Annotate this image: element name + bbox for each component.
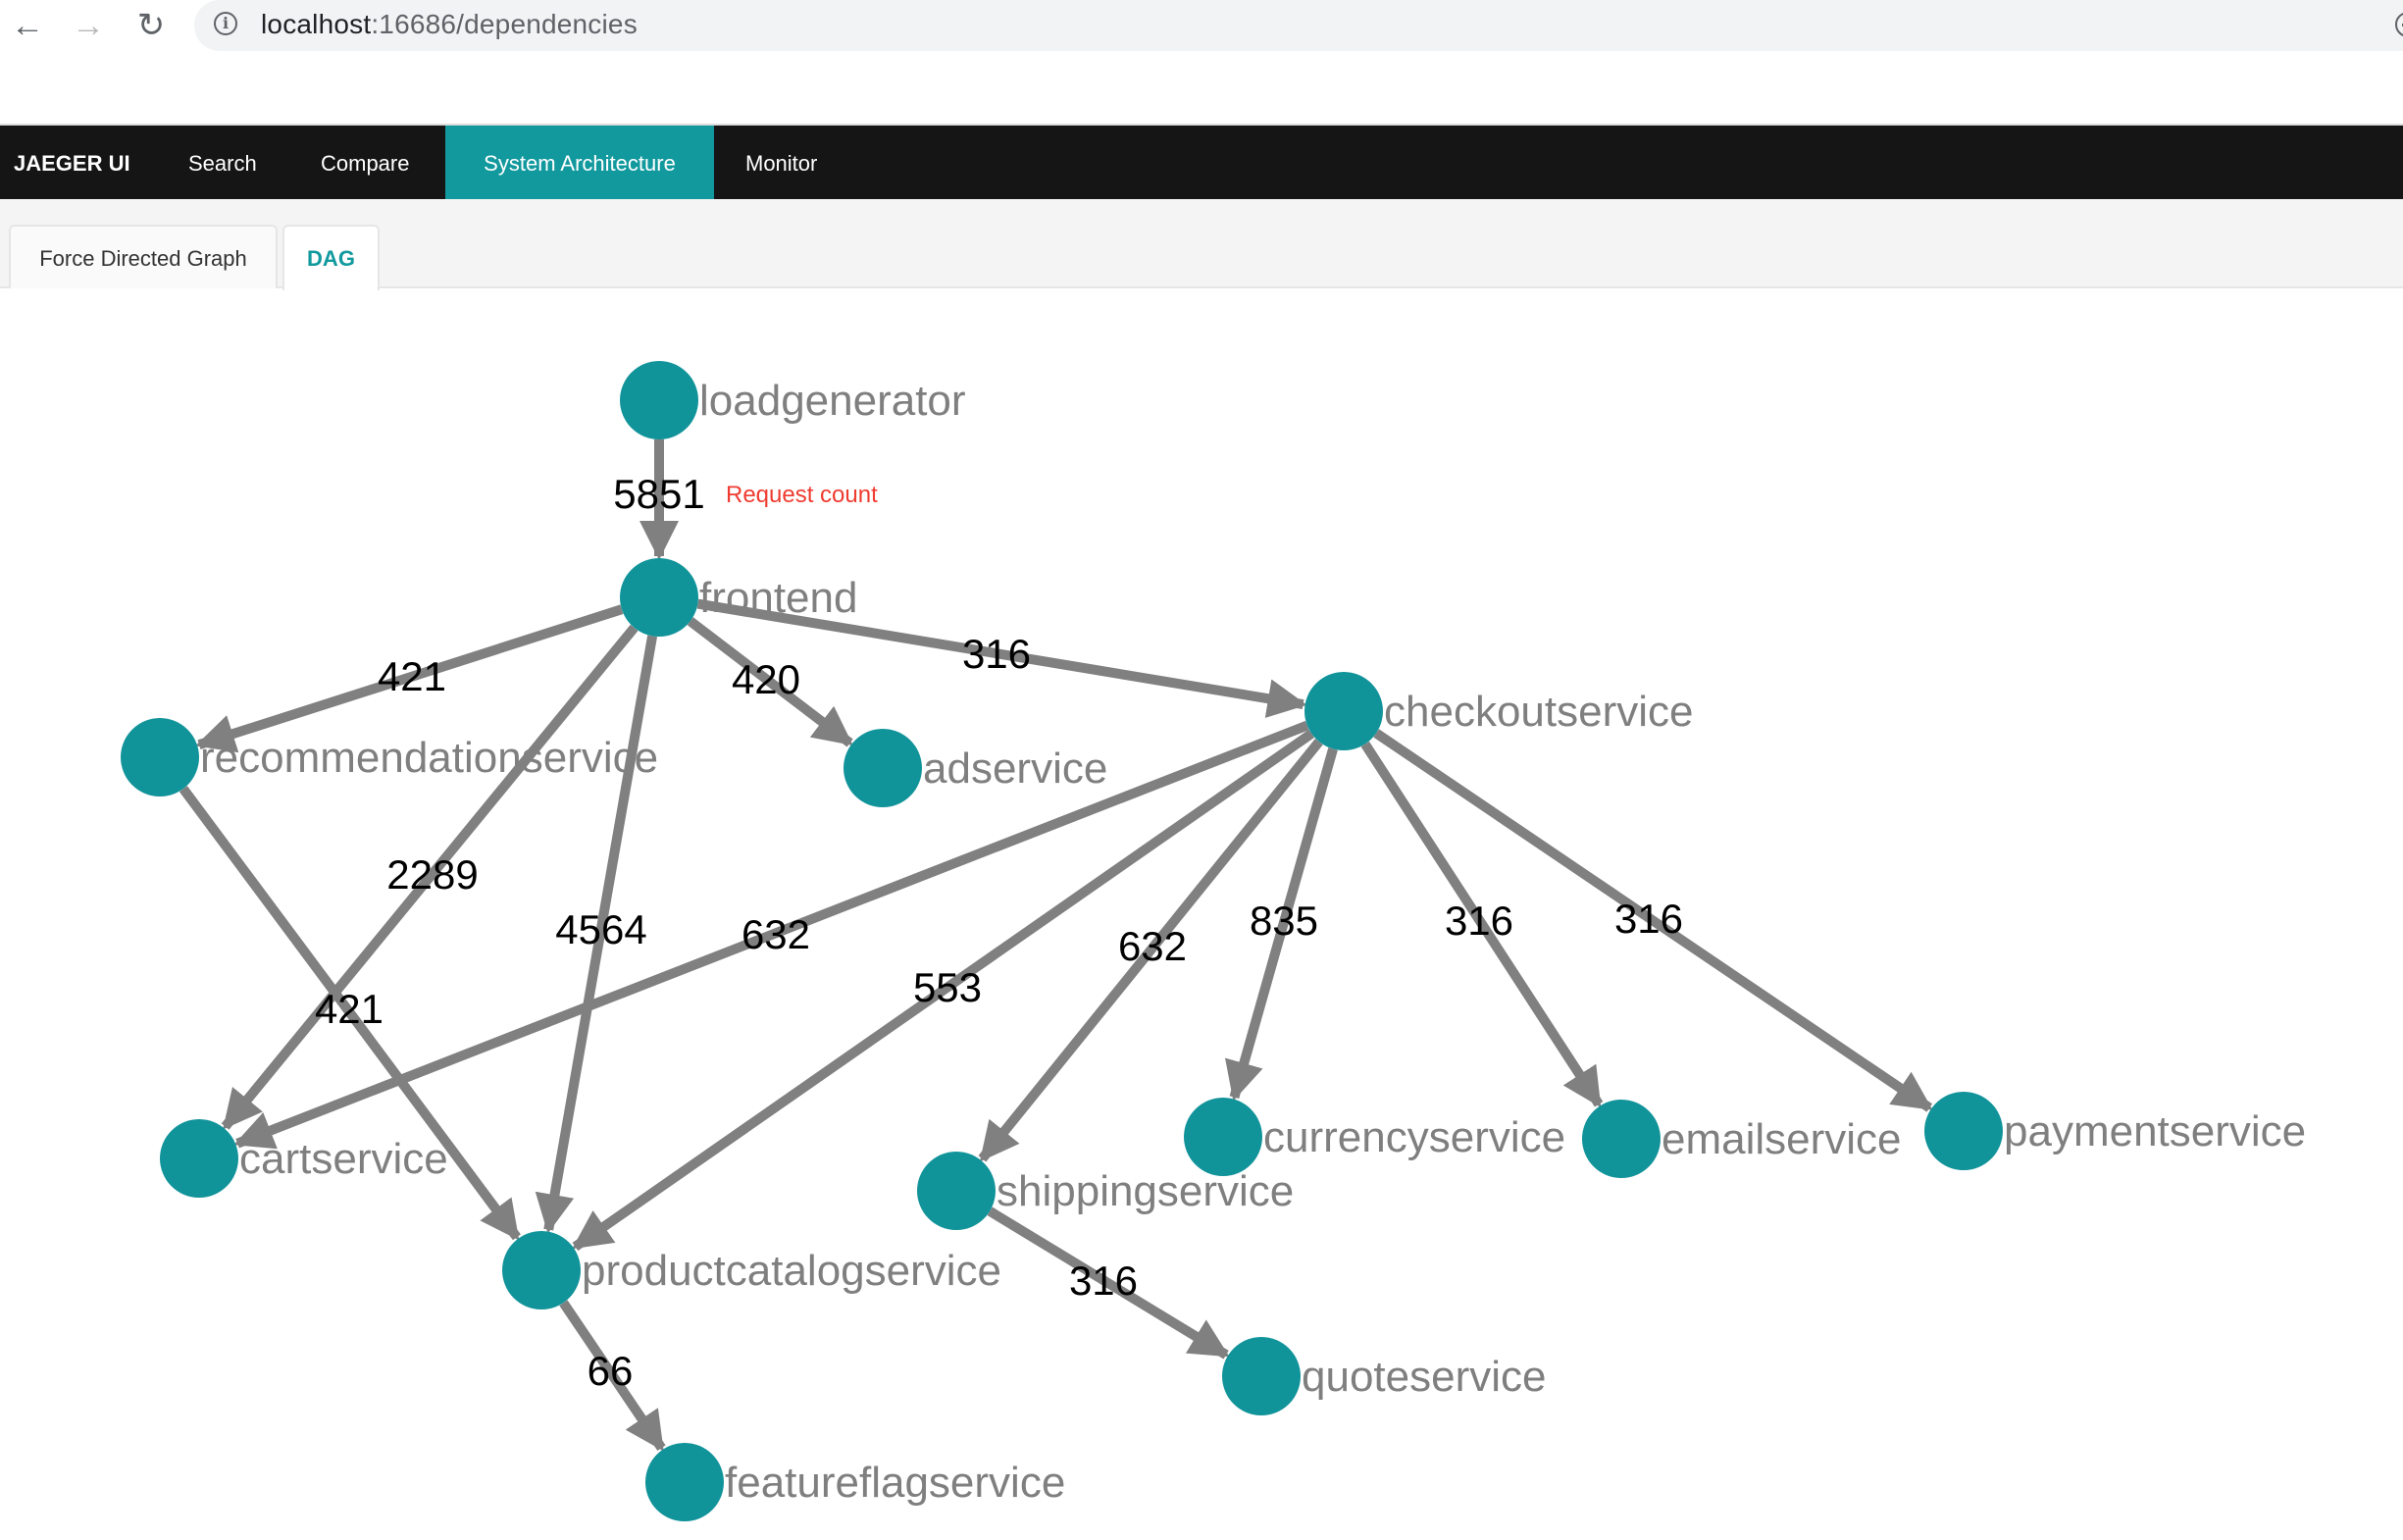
arrow-right-icon: → xyxy=(72,6,105,44)
node-checkoutservice[interactable] xyxy=(1304,672,1383,750)
request-count-annotation: Request count xyxy=(726,482,878,508)
node-label-checkoutservice: checkoutservice xyxy=(1384,688,1693,736)
node-label-quoteservice: quoteservice xyxy=(1302,1353,1546,1401)
edge-label-frontend-to-productcatalogservice: 4564 xyxy=(555,906,646,952)
node-frontend[interactable] xyxy=(620,558,698,637)
node-label-paymentservice: paymentservice xyxy=(2004,1107,2306,1155)
node-label-recommendationservice: recommendationservice xyxy=(200,734,658,782)
nav-compare[interactable]: Compare xyxy=(321,126,409,201)
reload-icon: ↻ xyxy=(136,7,166,44)
node-label-featureflagservice: featureflagservice xyxy=(725,1459,1065,1507)
back-button[interactable]: ← xyxy=(6,4,49,47)
node-shippingservice[interactable] xyxy=(917,1152,996,1230)
node-recommendationservice[interactable] xyxy=(121,718,199,796)
nav-monitor[interactable]: Monitor xyxy=(745,126,817,201)
browser-toolbar: ← → ↻ i localhost:16686/dependencies xyxy=(0,0,2403,123)
node-emailservice[interactable] xyxy=(1582,1100,1661,1178)
node-label-currencyservice: currencyservice xyxy=(1263,1113,1565,1161)
node-loadgenerator[interactable] xyxy=(620,361,698,439)
forward-button[interactable]: → xyxy=(67,4,110,47)
edge-label-checkoutservice-to-cartservice: 632 xyxy=(741,911,810,957)
dependency-dag[interactable]: loadgeneratorfrontendrecommendationservi… xyxy=(0,288,2403,1540)
node-cartservice[interactable] xyxy=(160,1119,238,1198)
tab-dag[interactable]: DAG xyxy=(282,225,380,290)
node-label-productcatalogservice: productcatalogservice xyxy=(582,1247,1001,1295)
edge-label-checkoutservice-to-paymentservice: 316 xyxy=(1614,896,1683,942)
node-label-cartservice: cartservice xyxy=(239,1135,448,1183)
info-icon[interactable]: i xyxy=(214,12,237,35)
node-featureflagservice[interactable] xyxy=(645,1443,724,1521)
node-label-emailservice: emailservice xyxy=(1662,1115,1902,1163)
reload-button[interactable]: ↻ xyxy=(129,4,173,47)
edge-label-loadgenerator-to-frontend: 5851 xyxy=(613,471,704,517)
node-adservice[interactable] xyxy=(844,729,922,807)
zoom-out-icon[interactable] xyxy=(2395,12,2403,37)
edge-label-frontend-to-cartservice: 2289 xyxy=(386,851,478,898)
node-label-shippingservice: shippingservice xyxy=(997,1167,1294,1215)
node-currencyservice[interactable] xyxy=(1184,1098,1262,1176)
url-path: :16686/dependencies xyxy=(371,9,638,39)
view-tabs: Force Directed Graph DAG xyxy=(0,199,2403,290)
nodes xyxy=(121,361,2003,1521)
top-navigation: JAEGER UI Search Compare System Architec… xyxy=(0,124,2403,201)
edge-label-checkoutservice-to-shippingservice: 632 xyxy=(1118,923,1187,969)
url-text[interactable]: localhost:16686/dependencies xyxy=(261,9,638,40)
edge-label-frontend-to-recommendationservice: 421 xyxy=(378,653,446,699)
node-paymentservice[interactable] xyxy=(1924,1092,2003,1170)
edges xyxy=(179,439,1933,1452)
tab-force-directed-graph[interactable]: Force Directed Graph xyxy=(9,225,278,288)
edge-label-frontend-to-adservice: 420 xyxy=(732,656,800,702)
arrow-left-icon: ← xyxy=(11,6,44,44)
node-quoteservice[interactable] xyxy=(1222,1337,1301,1415)
url-host: localhost xyxy=(261,9,372,39)
brand-logo[interactable]: JAEGER UI xyxy=(14,126,130,201)
edge-label-checkoutservice-to-emailservice: 316 xyxy=(1445,898,1513,944)
node-label-loadgenerator: loadgenerator xyxy=(699,377,966,425)
nav-search[interactable]: Search xyxy=(188,126,257,201)
edge-label-productcatalogservice-to-featureflagservice: 66 xyxy=(588,1348,634,1394)
address-bar[interactable]: i localhost:16686/dependencies xyxy=(194,0,2403,51)
nav-system-architecture[interactable]: System Architecture xyxy=(445,126,714,201)
edge-label-checkoutservice-to-currencyservice: 835 xyxy=(1250,898,1318,944)
node-productcatalogservice[interactable] xyxy=(502,1231,581,1309)
edge-label-frontend-to-checkoutservice: 316 xyxy=(962,631,1031,677)
edge-label-shippingservice-to-quoteservice: 316 xyxy=(1069,1258,1138,1304)
node-label-adservice: adservice xyxy=(923,744,1107,793)
edge-label-checkoutservice-to-productcatalogservice: 553 xyxy=(913,964,982,1010)
edge-label-recommendationservice-to-productcatalogservice: 421 xyxy=(315,986,383,1032)
